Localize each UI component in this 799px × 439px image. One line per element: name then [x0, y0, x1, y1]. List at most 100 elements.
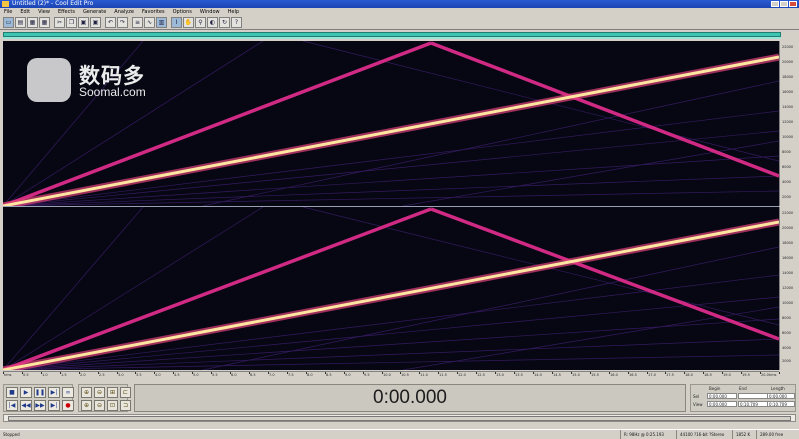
close-button[interactable] [789, 1, 797, 7]
multitrack-view-icon[interactable]: ≡ [132, 17, 143, 28]
time-ruler[interactable]: hms 0.5 1.0 1.5 2.0 2.5 3.0 3.5 4.0 4.5 5.0 5.5 6.0 6… [3, 371, 780, 380]
freq-tick: 18000 [782, 241, 794, 245]
maximize-button[interactable] [780, 1, 788, 7]
menu-effects[interactable]: Effects [58, 8, 75, 16]
loop-button[interactable]: ∞ [62, 387, 74, 398]
freq-tick: 4000 [782, 180, 791, 184]
save-all-icon[interactable]: ▦ [39, 17, 50, 28]
freq-tick: 14000 [782, 105, 794, 109]
waveform-view-icon[interactable]: ∿ [144, 17, 155, 28]
time-tick-label: 9.0 [345, 373, 351, 377]
paste-icon[interactable]: ▣ [78, 17, 89, 28]
horizontal-scrollbar[interactable] [3, 414, 796, 422]
freq-tick: 10000 [782, 301, 794, 305]
transport-controls: ■ ▶ ❚❚ ▶| ∞ |◀ ◀◀ ▶▶ ▶| ● [3, 384, 74, 412]
play-button[interactable]: ▶ [20, 387, 32, 398]
go-to-end-button[interactable]: ▶| [48, 400, 60, 411]
sel-begin-field[interactable]: 0:00.000 [707, 393, 737, 399]
time-tick-label: hms [4, 373, 12, 377]
select-tool-icon[interactable]: I [171, 17, 182, 28]
frequency-ruler-left: 22000 20000 18000 16000 14000 12000 1000… [779, 41, 796, 206]
view-end-field[interactable]: 0:10.709 [738, 401, 768, 407]
menu-window[interactable]: Window [200, 8, 220, 16]
window-title: Untitled (2)* - Cool Edit Pro [12, 0, 94, 7]
redo-icon[interactable]: ↷ [117, 17, 128, 28]
freq-tick: 22000 [782, 211, 794, 215]
time-tick-label: 12.0 [458, 373, 466, 377]
spectral-view-icon[interactable]: ▥ [156, 17, 167, 28]
new-file-icon[interactable]: ▭ [3, 17, 14, 28]
menu-file[interactable]: File [4, 8, 12, 16]
zoom-in-left-icon[interactable]: ⊏ [120, 387, 131, 398]
time-display: 0:00.000 [134, 384, 686, 412]
time-tick-label: 11.0 [420, 373, 428, 377]
copy-icon[interactable]: ❐ [66, 17, 77, 28]
time-value: 0:00.000 [373, 387, 447, 408]
freq-tick: 6000 [782, 165, 791, 169]
scrub-tool-icon[interactable]: ◐ [207, 17, 218, 28]
time-tick-label: 15.0 [572, 373, 580, 377]
stop-button[interactable]: ■ [6, 387, 18, 398]
time-tick-label: 17.5 [666, 373, 674, 377]
sel-end-field[interactable] [738, 393, 768, 399]
title-bar: Untitled (2)* - Cool Edit Pro [0, 0, 799, 8]
overview-selection[interactable] [3, 37, 781, 39]
play-to-end-button[interactable]: ▶| [48, 387, 60, 398]
zoom-in-horizontal-icon[interactable]: ⊕ [81, 387, 92, 398]
record-button[interactable]: ● [62, 400, 74, 411]
zoom-full-icon[interactable]: ⊞ [107, 387, 118, 398]
zoom-selection-icon[interactable]: ⊡ [107, 400, 118, 411]
time-tick-label: 16.5 [629, 373, 637, 377]
zoom-in-right-icon[interactable]: ⊐ [120, 400, 131, 411]
zoom-tool-icon[interactable]: ⚲ [195, 17, 206, 28]
menu-edit[interactable]: Edit [20, 8, 30, 16]
fast-forward-button[interactable]: ▶▶ [34, 400, 46, 411]
scrollbar-thumb[interactable] [8, 416, 791, 421]
zoom-out-horizontal-icon[interactable]: ⊖ [94, 387, 105, 398]
zoom-out-vertical-icon[interactable]: ⊖ [94, 400, 105, 411]
time-tick-label: 18.0 [685, 373, 693, 377]
menu-help[interactable]: Help [228, 8, 239, 16]
mix-paste-icon[interactable]: ▣ [90, 17, 101, 28]
time-tick-label: 13.0 [496, 373, 504, 377]
minimize-button[interactable] [771, 1, 779, 7]
hand-tool-icon[interactable]: ✋ [183, 17, 194, 28]
save-icon[interactable]: ▦ [27, 17, 38, 28]
time-tick-label: 10.0 [383, 373, 391, 377]
freq-tick: 16000 [782, 256, 794, 260]
help-icon[interactable]: ? [231, 17, 242, 28]
spectrogram-right-channel[interactable] [3, 207, 779, 370]
status-state: Stopped [3, 432, 20, 437]
view-label: View [693, 402, 703, 407]
soomal-logo-icon [27, 58, 71, 102]
menu-favorites[interactable]: Favorites [142, 8, 165, 16]
time-tick-mark [779, 372, 780, 374]
undo-icon[interactable]: ↶ [105, 17, 116, 28]
zoom-in-vertical-icon[interactable]: ⊕ [81, 400, 92, 411]
menu-options[interactable]: Options [173, 8, 192, 16]
status-format: 44100 ?16-bit ?Stereo [676, 430, 732, 439]
menu-view[interactable]: View [38, 8, 50, 16]
time-tick-label: 13.5 [515, 373, 523, 377]
status-free: 289.00 free [756, 430, 799, 439]
cool-edit-window: Untitled (2)* - Cool Edit Pro File Edit … [0, 0, 799, 439]
cut-icon[interactable]: ✂ [54, 17, 65, 28]
freq-tick: 10000 [782, 135, 794, 139]
freq-tick: 16000 [782, 90, 794, 94]
time-tick-label: 6.0 [231, 373, 237, 377]
view-length-field[interactable]: 0:10.709 [767, 401, 795, 407]
menu-generate[interactable]: Generate [83, 8, 106, 16]
view-begin-field[interactable]: 0:00.000 [707, 401, 737, 407]
time-tick-label: 1.5 [61, 373, 67, 377]
menu-analyze[interactable]: Analyze [114, 8, 134, 16]
rewind-button[interactable]: ◀◀ [20, 400, 32, 411]
go-to-start-button[interactable]: |◀ [6, 400, 18, 411]
open-icon[interactable]: ▤ [15, 17, 26, 28]
app-icon [2, 1, 9, 7]
time-tick-label: 9.5 [364, 373, 370, 377]
pause-button[interactable]: ❚❚ [34, 387, 46, 398]
time-tick-label: 3.5 [136, 373, 142, 377]
loop-icon[interactable]: ↻ [219, 17, 230, 28]
spectrogram-left-channel[interactable]: 数码多 Soomal.com [3, 41, 779, 206]
sel-length-field[interactable]: 0:00.000 [767, 393, 795, 399]
